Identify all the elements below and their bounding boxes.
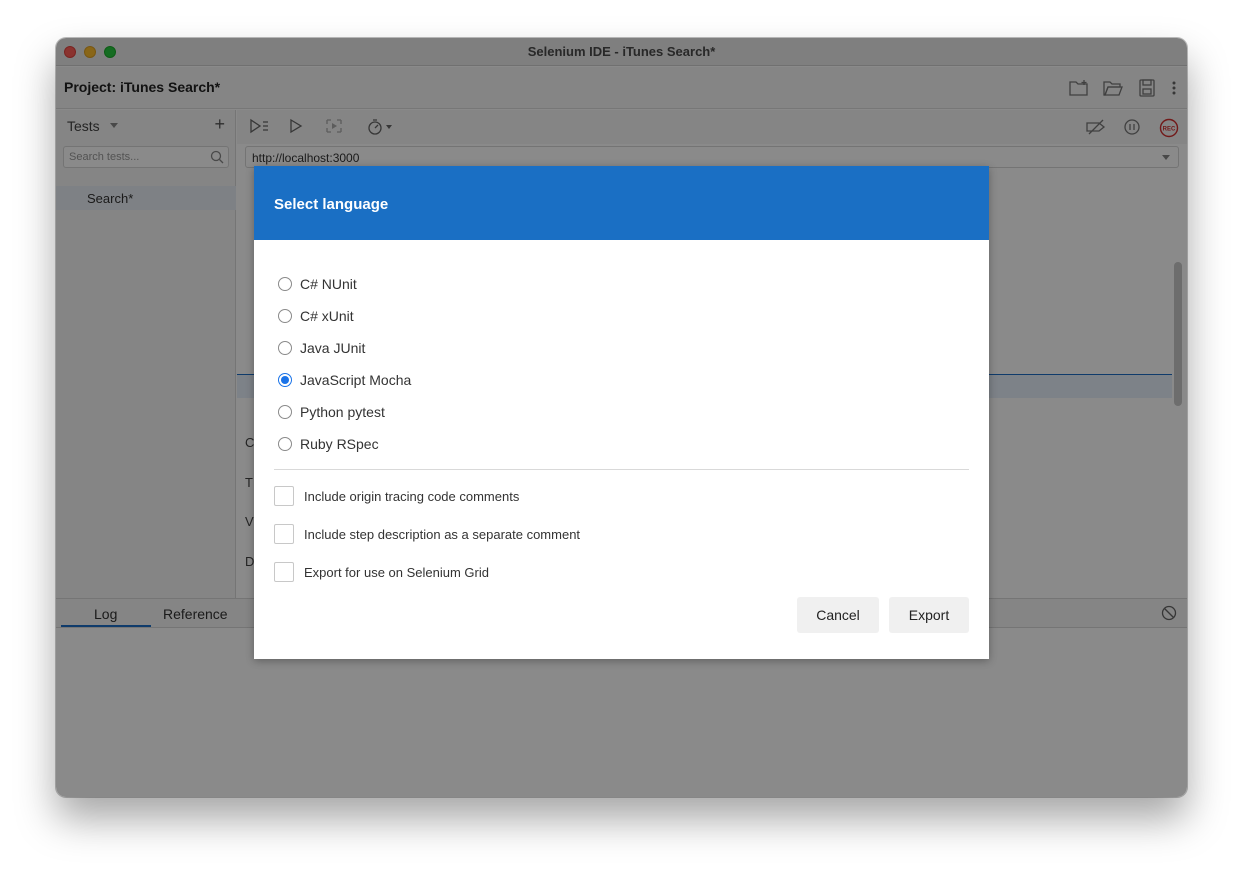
option-label: Include origin tracing code comments [304,488,520,504]
option-step-description[interactable]: Include step description as a separate c… [274,523,774,545]
option-selenium-grid[interactable]: Export for use on Selenium Grid [274,561,774,583]
cancel-button[interactable]: Cancel [797,597,879,633]
language-label: JavaScript Mocha [300,372,412,388]
language-option-csharp-xunit[interactable]: C# xUnit [278,306,678,326]
language-label: Python pytest [300,404,385,420]
radio-button[interactable] [278,277,292,291]
checkbox[interactable] [274,562,294,582]
language-option-python-pytest[interactable]: Python pytest [278,402,678,422]
language-label: Java JUnit [300,340,366,356]
radio-button[interactable] [278,405,292,419]
language-option-javascript-mocha[interactable]: JavaScript Mocha [278,370,678,390]
radio-button[interactable] [278,437,292,451]
radio-button-selected[interactable] [278,373,292,387]
radio-button[interactable] [278,309,292,323]
checkbox[interactable] [274,486,294,506]
language-label: Ruby RSpec [300,436,379,452]
language-option-csharp-nunit[interactable]: C# NUnit [278,274,678,294]
language-label: C# NUnit [300,276,357,292]
checkbox[interactable] [274,524,294,544]
select-language-dialog: Select language C# NUnit C# xUnit Java J… [254,166,989,659]
dialog-header: Select language [254,166,989,240]
radio-button[interactable] [278,341,292,355]
language-option-java-junit[interactable]: Java JUnit [278,338,678,358]
option-origin-tracing[interactable]: Include origin tracing code comments [274,485,774,507]
language-label: C# xUnit [300,308,354,324]
language-option-ruby-rspec[interactable]: Ruby RSpec [278,434,678,454]
options-divider [274,469,969,470]
option-label: Include step description as a separate c… [304,526,581,542]
option-label: Export for use on Selenium Grid [304,564,489,580]
dialog-title: Select language [274,196,389,213]
export-button[interactable]: Export [889,597,969,633]
